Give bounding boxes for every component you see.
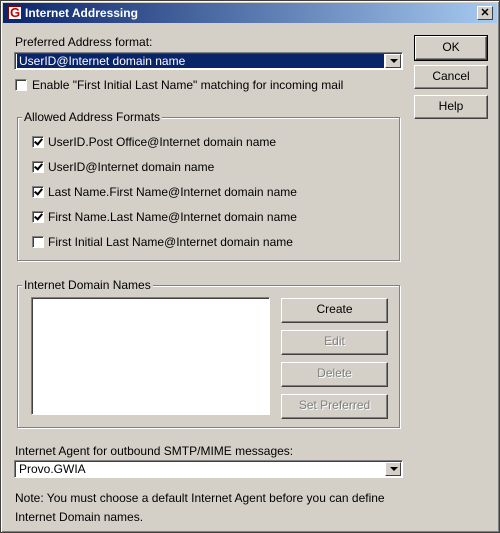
chevron-down-icon[interactable] <box>385 462 401 476</box>
preferred-format-label: Preferred Address format: <box>15 35 153 49</box>
note-line-2: Internet Domain names. <box>15 510 144 524</box>
allowed-formats-title: Allowed Address Formats <box>22 110 163 124</box>
domain-names-list[interactable] <box>31 297 270 415</box>
format-label: Last Name.First Name@Internet domain nam… <box>48 185 297 199</box>
set-preferred-button[interactable]: Set Preferred <box>281 394 388 419</box>
format-checkbox[interactable] <box>32 236 44 248</box>
close-button[interactable]: ✕ <box>477 6 493 20</box>
format-label: First Name.Last Name@Internet domain nam… <box>48 210 297 224</box>
dialog-window: G Internet Addressing ✕ Preferred Addres… <box>0 0 500 533</box>
set-preferred-button-label: Set Preferred <box>298 398 371 412</box>
ok-button[interactable]: OK <box>414 35 488 61</box>
format-label: First Initial Last Name@Internet domain … <box>48 235 293 249</box>
help-button[interactable]: Help <box>414 95 488 119</box>
chevron-down-icon[interactable] <box>385 54 401 68</box>
cancel-button[interactable]: Cancel <box>414 65 488 89</box>
format-checkbox[interactable] <box>32 186 44 198</box>
edit-button-label: Edit <box>324 334 345 348</box>
preferred-format-value: UserID@Internet domain name <box>17 54 384 68</box>
agent-dropdown[interactable]: Provo.GWIA <box>14 460 403 478</box>
create-button[interactable]: Create <box>281 298 388 323</box>
window-title: Internet Addressing <box>25 6 138 20</box>
title-bar[interactable]: G Internet Addressing ✕ <box>3 3 497 23</box>
format-checkbox[interactable] <box>32 211 44 223</box>
app-icon: G <box>8 5 22 20</box>
delete-button-label: Delete <box>317 366 352 380</box>
help-button-label: Help <box>438 99 464 113</box>
agent-value: Provo.GWIA <box>19 462 86 476</box>
cancel-button-label: Cancel <box>432 69 470 83</box>
agent-label: Internet Agent for outbound SMTP/MIME me… <box>15 444 294 458</box>
edit-button[interactable]: Edit <box>281 330 388 355</box>
ok-button-label: OK <box>442 40 460 54</box>
app-icon-letter: G <box>10 5 21 20</box>
domain-names-title: Internet Domain Names <box>22 278 153 292</box>
format-checkbox[interactable] <box>32 136 44 148</box>
enable-matching-checkbox[interactable] <box>15 79 27 91</box>
format-label: UserID@Internet domain name <box>48 160 215 174</box>
note-line-1: Note: You must choose a default Internet… <box>15 491 385 505</box>
create-button-label: Create <box>316 302 353 316</box>
format-checkbox[interactable] <box>32 161 44 173</box>
format-label: UserID.Post Office@Internet domain name <box>48 135 277 149</box>
delete-button[interactable]: Delete <box>281 362 388 387</box>
preferred-format-dropdown[interactable]: UserID@Internet domain name <box>14 52 403 70</box>
enable-matching-label: Enable "First Initial Last Name" matchin… <box>32 78 344 92</box>
